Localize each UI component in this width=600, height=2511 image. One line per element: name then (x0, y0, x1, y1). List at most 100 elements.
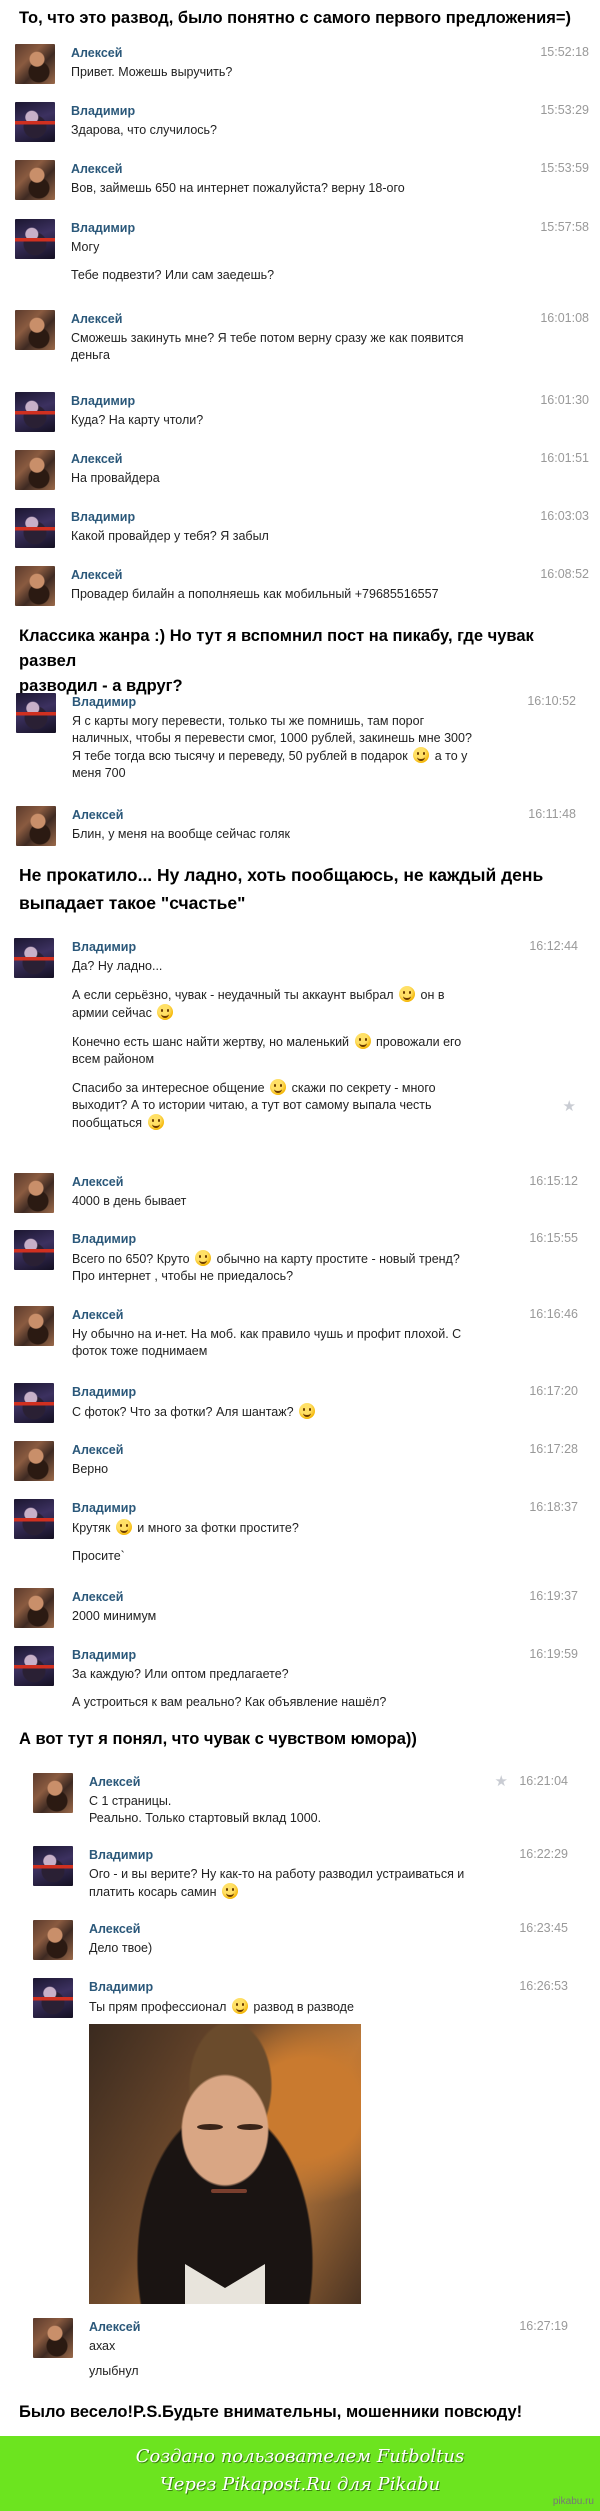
laugh-emoji-icon (222, 1883, 239, 1899)
star-icon[interactable]: ★ (563, 1098, 576, 1114)
sender-name[interactable]: Владимир (72, 1384, 136, 1400)
sender-name[interactable]: Алексей (71, 311, 122, 327)
sender-name[interactable]: Владимир (72, 1500, 136, 1516)
pikabu-watermark: pikabu.ru (552, 2496, 594, 2507)
avatar-alexey[interactable] (33, 1920, 73, 1960)
message-time[interactable]: 16:17:20 (529, 1383, 578, 1399)
avatar-vladimir[interactable] (14, 1230, 54, 1270)
message-time[interactable]: 16:21:04 (519, 1773, 568, 1789)
message-time[interactable]: 16:01:30 (540, 392, 589, 408)
avatar-vladimir[interactable] (14, 1646, 54, 1686)
sender-name[interactable]: Алексей (72, 1589, 123, 1605)
sender-name[interactable]: Алексей (89, 1921, 140, 1937)
smile-emoji-icon (354, 1033, 371, 1049)
message-time[interactable]: 16:01:08 (540, 310, 589, 326)
avatar-vladimir[interactable] (14, 1499, 54, 1539)
sender-name[interactable]: Владимир (71, 220, 135, 236)
message-time[interactable]: 16:08:52 (540, 566, 589, 582)
avatar-alexey[interactable] (15, 44, 55, 84)
message-time[interactable]: 16:23:45 (519, 1920, 568, 1936)
sender-name[interactable]: Алексей (72, 1307, 123, 1323)
message: Владимир 16:15:55 Всего по 650? Круто об… (14, 1230, 578, 1285)
message: Алексей 15:53:59 Вов, займешь 650 на инт… (15, 160, 589, 200)
message-time[interactable]: 16:11:48 (528, 806, 576, 822)
message-text: Дело твое) (89, 1941, 153, 1955)
message-time[interactable]: 16:16:46 (529, 1306, 578, 1322)
sender-name[interactable]: Алексей (71, 161, 122, 177)
message-time[interactable]: 16:10:52 (527, 693, 576, 709)
message-time[interactable]: 16:17:28 (529, 1441, 578, 1457)
message-text: Конечно есть шанс найти жертву, но мален… (72, 1035, 350, 1049)
message-text: он в (420, 988, 445, 1002)
avatar-alexey[interactable] (33, 1773, 73, 1813)
smile-emoji-icon (299, 1403, 316, 1419)
message-time[interactable]: 15:52:18 (540, 44, 589, 60)
avatar-alexey[interactable] (14, 1306, 54, 1346)
message-time[interactable]: 16:27:19 (519, 2318, 568, 2334)
avatar-vladimir[interactable] (14, 938, 54, 978)
sender-name[interactable]: Алексей (72, 1174, 123, 1190)
message-time[interactable]: 16:19:59 (529, 1646, 578, 1662)
sender-name[interactable]: Владимир (72, 939, 136, 955)
message: Алексей 16:19:37 2000 минимум (14, 1588, 578, 1628)
sender-name[interactable]: Алексей (71, 567, 122, 583)
sender-name[interactable]: Владимир (89, 1979, 153, 1995)
avatar-alexey[interactable] (14, 1588, 54, 1628)
sender-name[interactable]: Алексей (71, 45, 122, 61)
message-text: Я с карты могу перевести, только ты же п… (72, 714, 425, 728)
message-text: Куда? На карту чтоли? (71, 413, 204, 427)
message-text: Здарова, что случилось? (71, 123, 218, 137)
sender-name[interactable]: Владимир (71, 509, 135, 525)
avatar-vladimir[interactable] (15, 392, 55, 432)
avatar-alexey[interactable] (16, 806, 56, 846)
avatar-alexey[interactable] (15, 566, 55, 606)
avatar-vladimir[interactable] (14, 1383, 54, 1423)
star-icon[interactable]: ★ (495, 1773, 508, 1789)
sender-name[interactable]: Алексей (72, 807, 123, 823)
sender-name[interactable]: Алексей (72, 1442, 123, 1458)
avatar-vladimir[interactable] (33, 1978, 73, 2018)
message-time[interactable]: 16:12:44 (529, 938, 578, 954)
message-time[interactable]: 16:15:12 (529, 1173, 578, 1189)
message-time[interactable]: 16:18:37 (529, 1499, 578, 1515)
message-time[interactable]: 15:53:29 (540, 102, 589, 118)
avatar-vladimir[interactable] (16, 693, 56, 733)
message-time[interactable]: 16:01:51 (540, 450, 589, 466)
avatar-vladimir[interactable] (15, 219, 55, 259)
sender-name[interactable]: Алексей (89, 2319, 140, 2335)
message-time[interactable]: 15:53:59 (540, 160, 589, 176)
message-text: Про интернет , чтобы не приедалось? (72, 1269, 294, 1283)
message-time[interactable]: 16:15:55 (529, 1230, 578, 1246)
message-time[interactable]: 16:03:03 (540, 508, 589, 524)
avatar-alexey[interactable] (15, 310, 55, 350)
avatar-vladimir[interactable] (15, 102, 55, 142)
message: Владимир 15:57:58 Могу Тебе подвезти? Ил… (15, 219, 589, 284)
avatar-alexey[interactable] (14, 1441, 54, 1481)
sender-name[interactable]: Владимир (71, 393, 135, 409)
message: Алексей 16:15:12 4000 в день бывает (14, 1173, 578, 1213)
sender-name[interactable]: Владимир (72, 694, 136, 710)
avatar-alexey[interactable] (14, 1173, 54, 1213)
message-time[interactable]: 15:57:58 (540, 219, 589, 235)
message-text: На провайдера (71, 471, 160, 485)
sender-name[interactable]: Алексей (89, 1774, 140, 1790)
sender-name[interactable]: Владимир (71, 103, 135, 119)
avatar-vladimir[interactable] (15, 508, 55, 548)
smile-emoji-icon (399, 986, 416, 1002)
avatar-alexey[interactable] (15, 450, 55, 490)
avatar-alexey[interactable] (33, 2318, 73, 2358)
sender-name[interactable]: Алексей (71, 451, 122, 467)
avatar-vladimir[interactable] (33, 1846, 73, 1886)
avatar-alexey[interactable] (15, 160, 55, 200)
message-time[interactable]: 16:26:53 (519, 1978, 568, 1994)
sender-name[interactable]: Владимир (89, 1847, 153, 1863)
message-text: всем районом (72, 1052, 155, 1066)
post-heading-4: А вот тут я понял, что чувак с чувством … (19, 1730, 417, 1748)
message-text: платить косарь самин (89, 1885, 217, 1899)
sender-name[interactable]: Владимир (72, 1231, 136, 1247)
heading-line: выпадает такое "счастье" (19, 893, 246, 913)
leonardo-squint-photo[interactable] (89, 2024, 361, 2304)
message-time[interactable]: 16:22:29 (519, 1846, 568, 1862)
message-time[interactable]: 16:19:37 (529, 1588, 578, 1604)
sender-name[interactable]: Владимир (72, 1647, 136, 1663)
